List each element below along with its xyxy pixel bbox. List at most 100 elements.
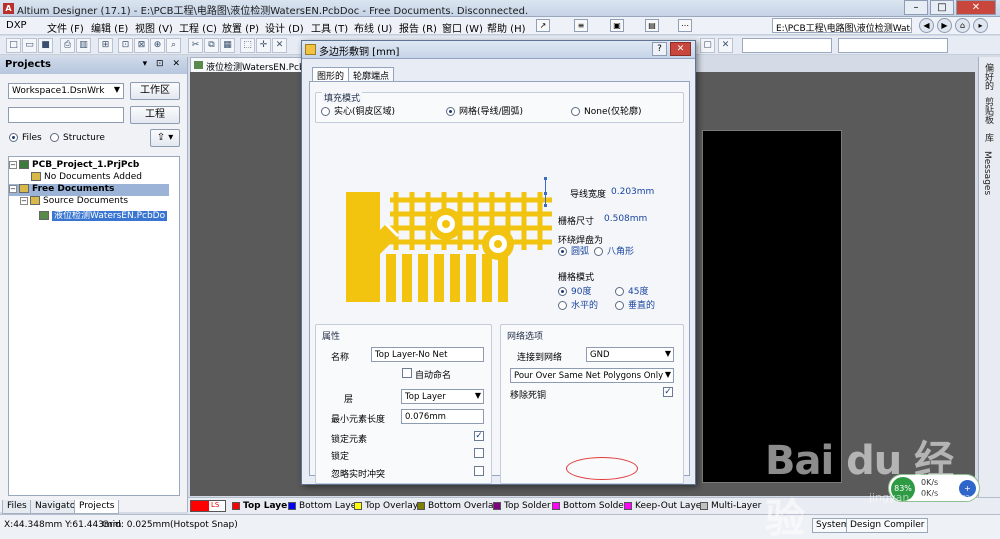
layer-select[interactable]: Top Layer ▼ — [401, 389, 484, 404]
tab-messages[interactable]: Messages — [982, 151, 992, 195]
pour-over-select[interactable]: Pour Over Same Net Polygons Only ▼ — [510, 368, 674, 383]
collapse-icon[interactable]: − — [9, 184, 17, 193]
menu-window[interactable]: 窗口 (W) — [442, 20, 483, 35]
back-icon[interactable]: ◀ — [919, 18, 934, 33]
print-icon[interactable]: ⎙ — [60, 38, 75, 53]
layer-tab-multi-layer[interactable]: Multi-Layer — [700, 501, 761, 511]
fill-none-option[interactable]: None(仅轮廓) — [571, 104, 642, 117]
maximize-button[interactable]: □ — [930, 0, 954, 15]
menu-edit[interactable]: 编辑 (E) — [91, 20, 128, 35]
design-compiler-button[interactable]: Design Compiler — [846, 518, 929, 533]
dialog-close-button[interactable]: ✕ — [670, 42, 691, 56]
fill-hatched-option[interactable]: 网格(导线/圆弧) — [446, 104, 523, 117]
locked-checkbox[interactable] — [474, 448, 484, 458]
menu-project[interactable]: 工程 (C) — [179, 20, 217, 35]
menu-reports[interactable]: 报告 (R) — [399, 20, 437, 35]
menu-dxp[interactable]: DXP — [6, 20, 27, 31]
menu-tools[interactable]: 工具 (T) — [311, 20, 348, 35]
tab-outline-vertices[interactable]: 轮廓端点 — [348, 67, 395, 82]
surround-arcs-option[interactable]: 圆弧 — [558, 244, 589, 257]
autoname-checkbox[interactable] — [402, 368, 412, 378]
move-icon[interactable]: ✛ — [256, 38, 271, 53]
layer-tab-bottom-overlay[interactable]: Bottom Overlay — [417, 501, 499, 511]
minimize-button[interactable]: – — [904, 0, 928, 15]
fill-solid-option[interactable]: 实心(铜皮区域) — [321, 104, 395, 117]
unknown-tool-icon[interactable]: ▢ — [700, 38, 715, 53]
project-options-button[interactable]: ⇪ ▾ — [150, 129, 180, 147]
filter-select[interactable] — [742, 38, 832, 53]
lock-primitives-checkbox[interactable]: ✓ — [474, 431, 484, 441]
select-icon[interactable]: ⌕ — [166, 38, 181, 53]
help-button[interactable]: ? — [652, 42, 667, 56]
project-search-input[interactable] — [8, 107, 124, 123]
tree-item-pcb-doc[interactable]: 液位检测WatersEN.PcbDo — [39, 208, 168, 221]
clear-filter-icon[interactable]: ✕ — [718, 38, 733, 53]
menu-view[interactable]: 视图 (V) — [135, 20, 173, 35]
grid-size-value[interactable]: 0.508mm — [604, 214, 647, 224]
zoom-area-icon[interactable]: ⊡ — [118, 38, 133, 53]
pcb-board-area[interactable] — [702, 130, 842, 483]
tree-item-no-documents[interactable]: No Documents Added — [31, 172, 142, 184]
menu-place[interactable]: 放置 (P) — [222, 20, 259, 35]
preview-icon[interactable]: ▥ — [76, 38, 91, 53]
tab-libraries[interactable]: 库 — [982, 133, 995, 142]
panel-header-controls[interactable]: ▾ ⊡ ✕ — [143, 59, 183, 69]
paste-icon[interactable]: ▦ — [220, 38, 235, 53]
tab-projects[interactable]: Projects — [74, 500, 120, 514]
tab-graphical[interactable]: 图形的 — [312, 67, 350, 82]
menu-file[interactable]: 文件 (F) — [47, 20, 84, 35]
layer-tab-top-overlay[interactable]: Top Overlay — [354, 501, 418, 511]
copy-icon[interactable]: ⧉ — [204, 38, 219, 53]
home-icon[interactable]: ⌂ — [955, 18, 970, 33]
layer-tab-top-solder[interactable]: Top Solder — [493, 501, 551, 511]
zoom-icon[interactable]: ⊕ — [150, 38, 165, 53]
zoom-fit-icon[interactable]: ⊞ — [98, 38, 113, 53]
tree-item-free-documents[interactable]: − Free Documents — [9, 184, 169, 196]
document-tab[interactable]: 液位检测WatersEN.PcbDo — [190, 57, 302, 72]
menu-route[interactable]: 布线 (U) — [354, 20, 392, 35]
open-file-icon[interactable]: ▭ — [22, 38, 37, 53]
collapse-icon[interactable]: − — [9, 160, 17, 169]
tab-favorites[interactable]: 偏好的 — [982, 63, 995, 90]
remove-dead-copper-checkbox[interactable]: ✓ — [663, 387, 673, 397]
next-icon[interactable]: ▸ — [973, 18, 988, 33]
hatch-vertical-option[interactable]: 垂直的 — [615, 298, 655, 311]
layer-tab-bottom-solder[interactable]: Bottom Solder — [552, 501, 628, 511]
tab-clipboard[interactable]: 剪贴板 — [982, 97, 995, 124]
menu-design[interactable]: 设计 (D) — [265, 20, 304, 35]
network-speed-widget[interactable]: 83% 0K/s 0K/s + — [888, 474, 980, 502]
menu-help[interactable]: 帮助 (H) — [487, 20, 526, 35]
project-button[interactable]: 工程 — [130, 106, 180, 124]
new-file-icon[interactable]: □ — [6, 38, 21, 53]
place-fill-icon[interactable]: ▣ — [610, 19, 624, 32]
forward-icon[interactable]: ▶ — [937, 18, 952, 33]
radio-structure[interactable]: Structure — [50, 133, 105, 143]
accelerator-ball-icon[interactable]: + — [959, 480, 976, 497]
layer-tab-bottom-layer[interactable]: Bottom Layer — [288, 501, 360, 511]
collapse-icon[interactable]: − — [20, 196, 28, 205]
interactive-route-icon[interactable]: ↗ — [536, 19, 550, 32]
net-select[interactable]: GND ▼ — [586, 347, 674, 362]
hatch-90-option[interactable]: 90度 — [558, 284, 591, 297]
close-button[interactable]: ✕ — [956, 0, 996, 15]
name-input[interactable]: Top Layer-No Net — [371, 347, 484, 362]
workspace-select[interactable]: Workspace1.DsnWrk ▼ — [8, 83, 124, 99]
hatch-45-option[interactable]: 45度 — [615, 284, 648, 297]
tree-item-project[interactable]: − PCB_Project_1.PrjPcb — [9, 160, 139, 172]
route-diff-icon[interactable]: ≡ — [574, 19, 588, 32]
tab-files[interactable]: Files — [2, 500, 32, 514]
layer-set-chip[interactable]: LS — [190, 500, 226, 512]
workspace-button[interactable]: 工作区 — [130, 82, 180, 100]
grid-icon[interactable]: ⋯ — [678, 19, 692, 32]
min-prim-length-input[interactable]: 0.076mm — [401, 409, 484, 424]
ignore-violations-checkbox[interactable] — [474, 466, 484, 476]
cut-icon[interactable]: ✂ — [188, 38, 203, 53]
radio-files[interactable]: Files — [9, 133, 42, 143]
deselect-icon[interactable]: ✕ — [272, 38, 287, 53]
zoom-selected-icon[interactable]: ⊠ — [134, 38, 149, 53]
select-area-icon[interactable]: ⬚ — [240, 38, 255, 53]
layer-tab-top-layer[interactable]: Top Layer — [232, 501, 292, 511]
component-icon[interactable]: ▤ — [645, 19, 659, 32]
track-width-value[interactable]: 0.203mm — [611, 187, 654, 197]
save-icon[interactable]: ■ — [38, 38, 53, 53]
